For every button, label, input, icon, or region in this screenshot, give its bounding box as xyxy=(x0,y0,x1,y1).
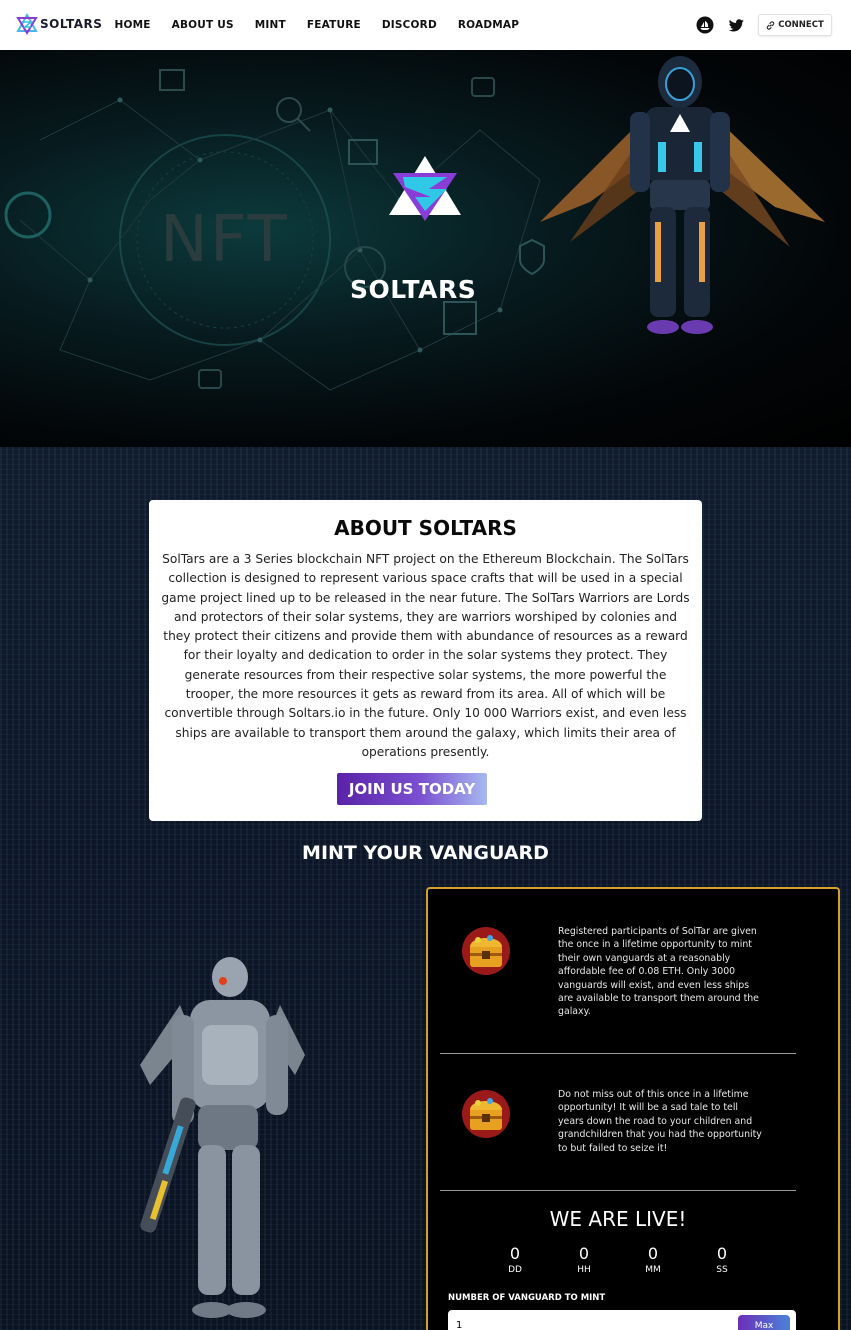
mint-panel: Registered participants of SolTar are gi… xyxy=(426,887,840,1330)
countdown-seconds: 0 SS xyxy=(702,1244,742,1275)
top-navbar: SOLTARS HOME ABOUT US MINT FEATURE DISCO… xyxy=(0,0,851,50)
countdown-value: 0 xyxy=(578,1244,590,1263)
about-card: ABOUT SOLTARS SolTars are a 3 Series blo… xyxy=(149,500,702,821)
about-title: ABOUT SOLTARS xyxy=(334,516,517,540)
countdown-label: MM xyxy=(645,1265,661,1275)
nav-mint[interactable]: MINT xyxy=(255,19,286,31)
nav-discord[interactable]: DISCORD xyxy=(382,19,437,31)
live-status-title: WE ARE LIVE! xyxy=(549,1207,687,1231)
warrior-character-image xyxy=(540,56,825,334)
connect-label: CONNECT xyxy=(778,20,824,30)
countdown-value: 0 xyxy=(509,1244,521,1263)
soltars-logo-icon xyxy=(16,13,38,35)
hero-banner: NFT SOLTARS xyxy=(0,50,851,447)
nav-links: HOME ABOUT US MINT FEATURE DISCORD ROADM… xyxy=(104,0,530,50)
hero-logo-text: SOLTARS xyxy=(350,275,477,304)
feature-divider xyxy=(440,1053,796,1054)
feature-item-2: Do not miss out of this once in a lifeti… xyxy=(440,1088,796,1188)
feature-text-1: Registered participants of SolTar are gi… xyxy=(558,926,759,1018)
join-us-button[interactable]: JOIN US TODAY xyxy=(337,773,487,805)
countdown-label: DD xyxy=(508,1265,522,1275)
treasure-chest-icon xyxy=(462,1090,510,1138)
about-description: SolTars are a 3 Series blockchain NFT pr… xyxy=(161,552,690,759)
vanguard-character-image xyxy=(140,957,305,1318)
nav-about-us[interactable]: ABOUT US xyxy=(172,19,234,31)
countdown-label: HH xyxy=(577,1265,591,1275)
countdown-label: SS xyxy=(716,1265,728,1275)
nav-roadmap[interactable]: ROADMAP xyxy=(458,19,519,31)
nav-home[interactable]: HOME xyxy=(115,19,151,31)
mint-section-title: MINT YOUR VANGUARD xyxy=(302,842,549,864)
opensea-icon[interactable] xyxy=(696,16,714,34)
countdown-minutes: 0 MM xyxy=(633,1244,673,1275)
nav-feature[interactable]: FEATURE xyxy=(307,19,361,31)
countdown-hours: 0 HH xyxy=(564,1244,604,1275)
treasure-chest-icon xyxy=(462,927,510,975)
twitter-icon[interactable] xyxy=(727,16,745,34)
feature-divider xyxy=(440,1190,796,1191)
countdown-value: 0 xyxy=(716,1244,728,1263)
feature-text-2: Do not miss out of this once in a lifeti… xyxy=(558,1089,762,1154)
countdown-value: 0 xyxy=(647,1244,659,1263)
brand-logo[interactable]: SOLTARS xyxy=(16,13,102,35)
hero-background-word: NFT xyxy=(160,203,289,277)
countdown-days: 0 DD xyxy=(495,1244,535,1275)
hero-logo-emblem xyxy=(389,156,461,221)
brand-name: SOLTARS xyxy=(40,17,103,31)
feature-item-1: Registered participants of SolTar are gi… xyxy=(440,925,796,1045)
mint-quantity-label: NUMBER OF VANGUARD TO MINT xyxy=(448,1293,606,1303)
connect-wallet-button[interactable]: CONNECT xyxy=(758,14,832,36)
link-icon xyxy=(766,20,775,30)
max-button[interactable]: Max xyxy=(738,1315,790,1330)
